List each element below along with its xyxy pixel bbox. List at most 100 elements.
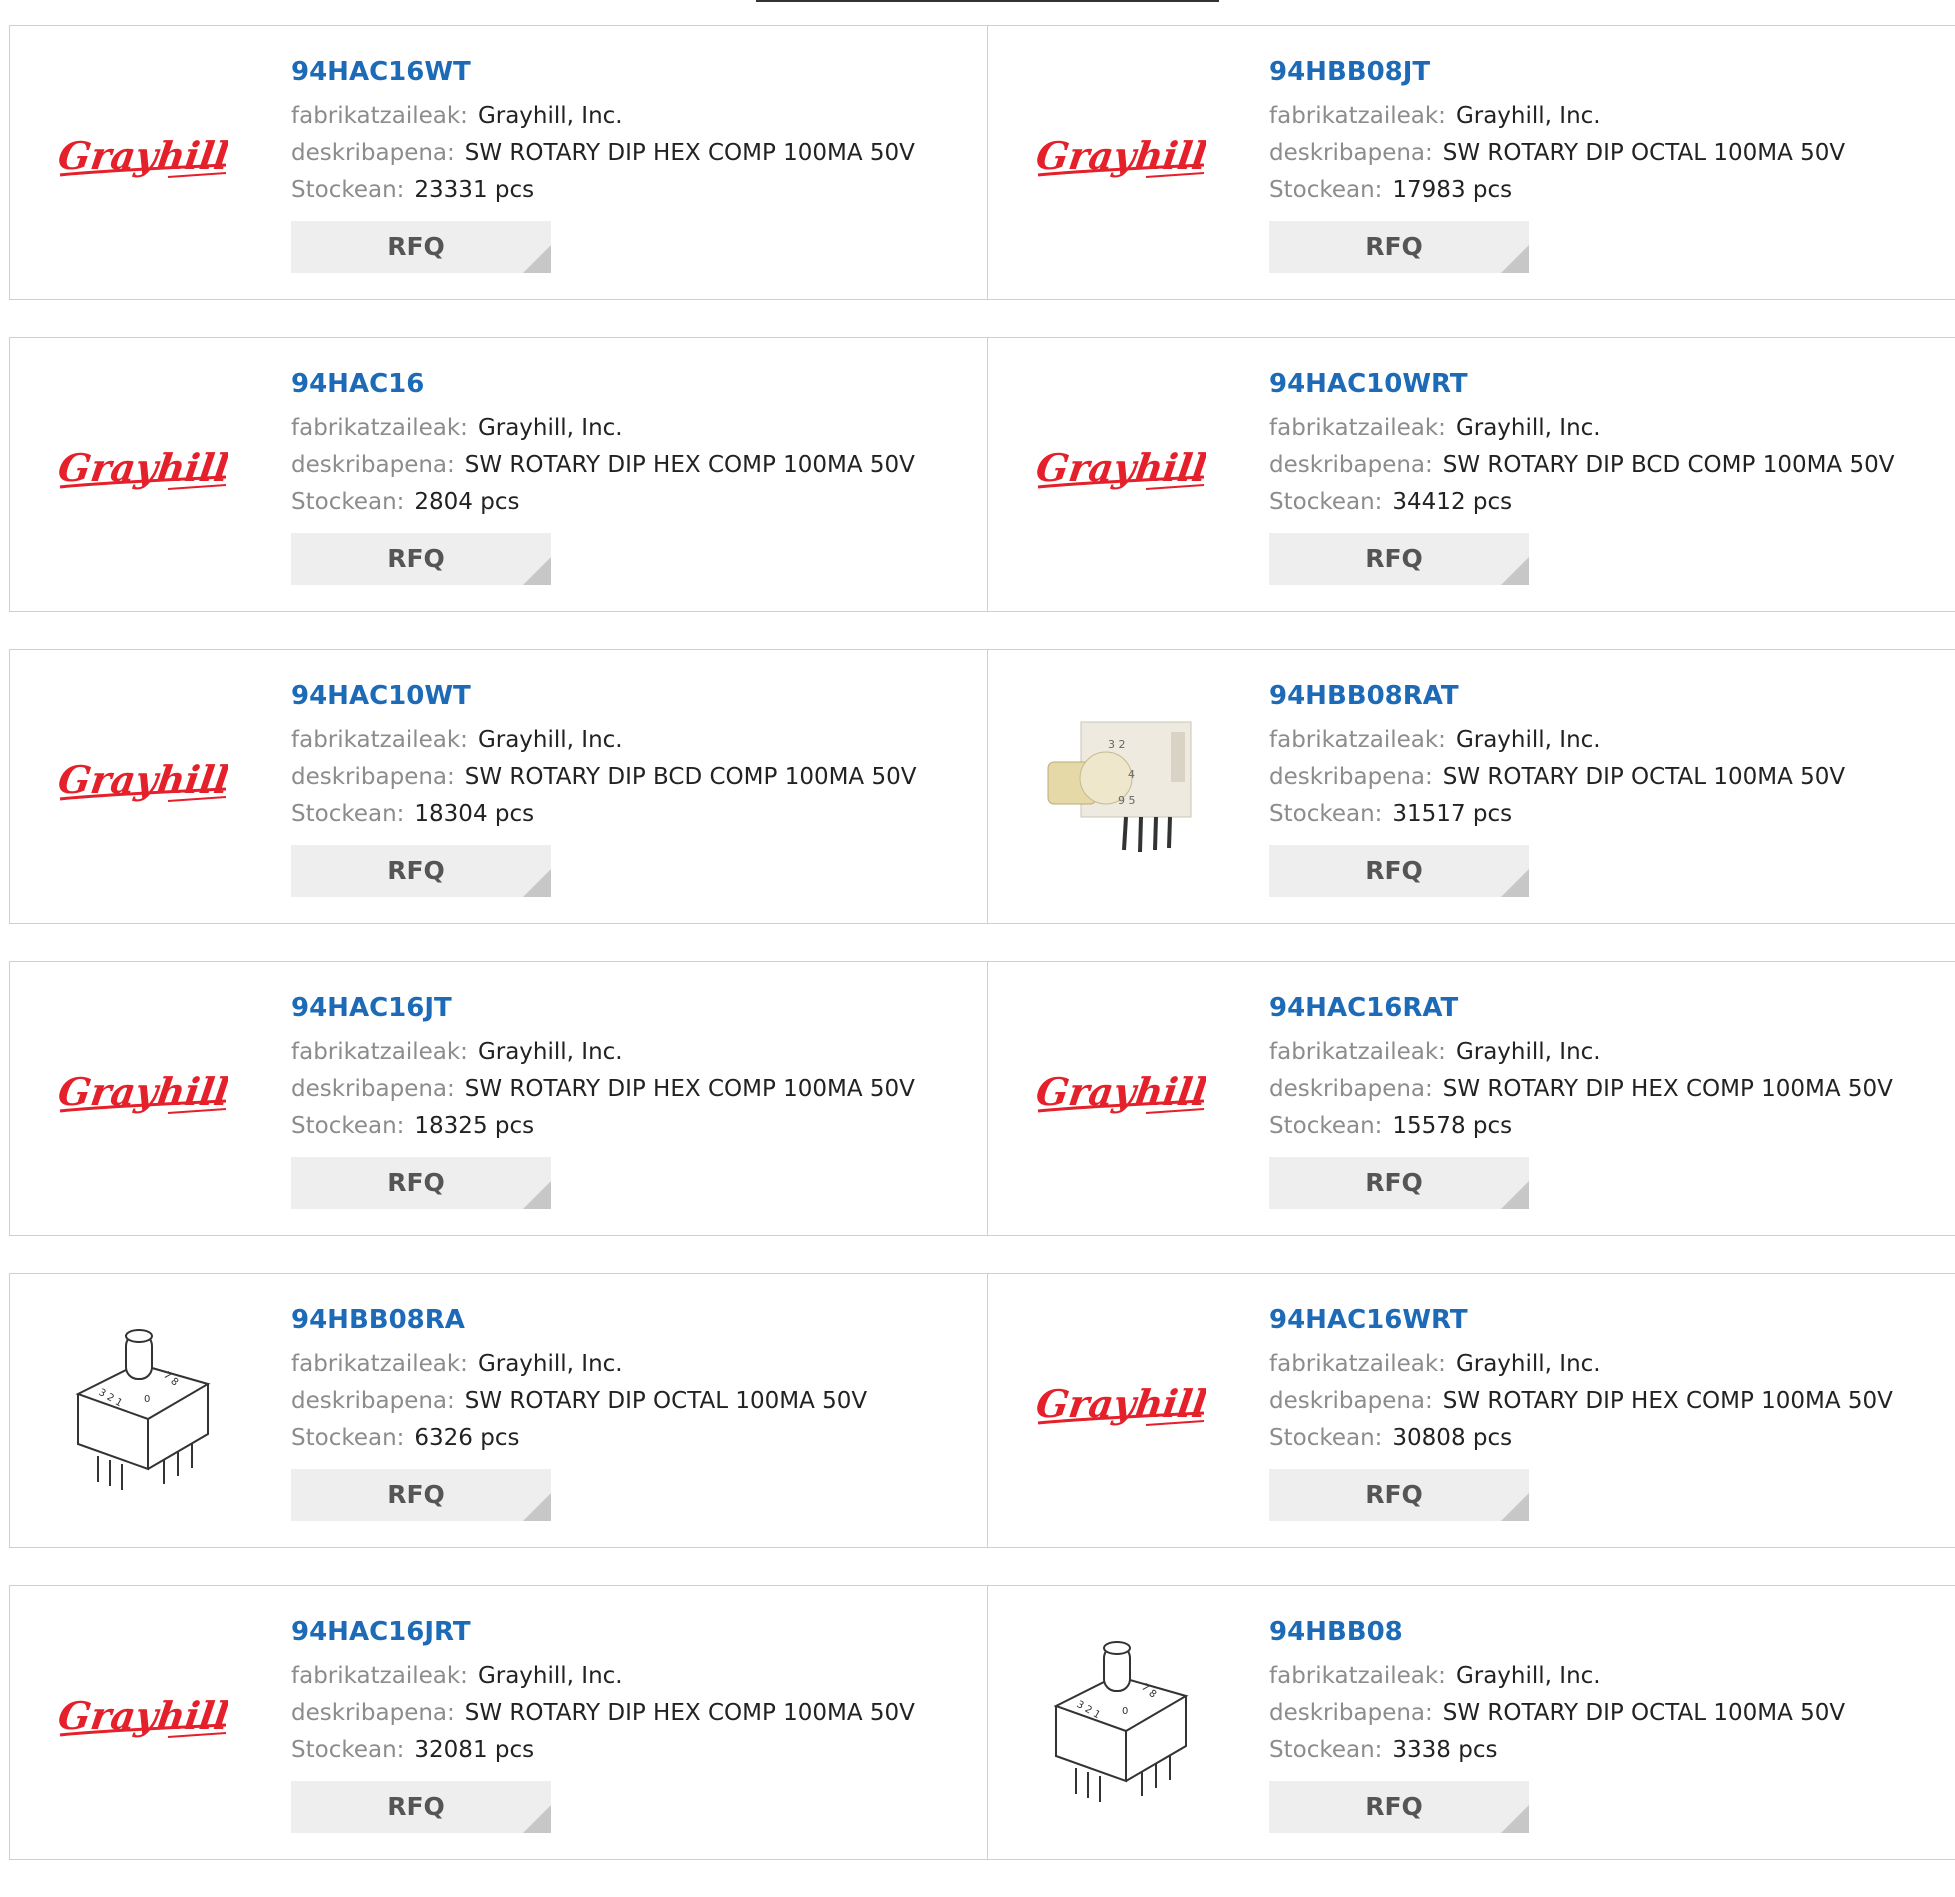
rfq-button[interactable]: RFQ xyxy=(1269,221,1529,273)
rfq-label: RFQ xyxy=(1365,856,1423,885)
description-value: SW ROTARY DIP BCD COMP 100MA 50V xyxy=(1442,452,1895,478)
part-number-link[interactable]: 94HAC10WRT xyxy=(1269,370,1894,398)
product-card: Grayhill 94HAC16RAT fabrikatzaileak: Gray… xyxy=(988,962,1955,1235)
stock-label: Stockean: xyxy=(291,1737,405,1763)
product-image[interactable]: Grayhill xyxy=(40,378,245,568)
description-line: deskribapena: SW ROTARY DIP BCD COMP 100M… xyxy=(1269,447,1894,484)
product-card: 3 2 1 7 8 0 94HBB08 fabrikatzaileak: Gray… xyxy=(988,1586,1955,1859)
rfq-button[interactable]: RFQ xyxy=(291,221,551,273)
description-value: SW ROTARY DIP OCTAL 100MA 50V xyxy=(464,1388,868,1414)
product-card: Grayhill 94HAC16WT fabrikatzaileak: Grayh… xyxy=(10,26,988,299)
rotary-switch-drawing-icon: 3 2 1 7 8 0 xyxy=(74,1329,211,1490)
description-label: deskribapena: xyxy=(1269,452,1433,478)
part-number-link[interactable]: 94HAC16JRT xyxy=(291,1618,915,1646)
product-row: Grayhill 94HAC10WT fabrikatzaileak: Grayh… xyxy=(9,649,1955,924)
product-image[interactable]: Grayhill xyxy=(40,690,245,880)
stock-line: Stockean: 34412 pcs xyxy=(1269,484,1894,521)
rfq-button[interactable]: RFQ xyxy=(291,1157,551,1209)
manufacturer-line: fabrikatzaileak: Grayhill, Inc. xyxy=(291,722,916,759)
product-info: 94HBB08 fabrikatzaileak: Grayhill, Inc. d… xyxy=(1269,1618,1845,1833)
product-info: 94HAC16WRT fabrikatzaileak: Grayhill, Inc… xyxy=(1269,1306,1893,1521)
rfq-button[interactable]: RFQ xyxy=(1269,1157,1529,1209)
part-number-link[interactable]: 94HBB08RAT xyxy=(1269,682,1845,710)
product-image[interactable]: Grayhill xyxy=(40,66,245,256)
product-image[interactable]: 3 2 1 7 8 0 xyxy=(40,1314,245,1504)
corner-triangle-icon xyxy=(523,869,551,897)
description-line: deskribapena: SW ROTARY DIP OCTAL 100MA 5… xyxy=(291,1383,867,1420)
product-image[interactable]: Grayhill xyxy=(1018,1314,1223,1504)
description-label: deskribapena: xyxy=(291,1388,455,1414)
part-number-link[interactable]: 94HBB08JT xyxy=(1269,58,1845,86)
description-line: deskribapena: SW ROTARY DIP OCTAL 100MA 5… xyxy=(1269,135,1845,172)
product-image[interactable]: Grayhill xyxy=(40,1626,245,1816)
rfq-button[interactable]: RFQ xyxy=(1269,1781,1529,1833)
part-number-link[interactable]: 94HAC16WT xyxy=(291,58,915,86)
product-image[interactable]: Grayhill xyxy=(1018,66,1223,256)
stock-line: Stockean: 15578 pcs xyxy=(1269,1108,1893,1145)
stock-label: Stockean: xyxy=(1269,177,1383,203)
description-value: SW ROTARY DIP HEX COMP 100MA 50V xyxy=(464,1076,915,1102)
product-info: 94HAC16RAT fabrikatzaileak: Grayhill, Inc… xyxy=(1269,994,1893,1209)
rfq-label: RFQ xyxy=(387,856,445,885)
stock-label: Stockean: xyxy=(1269,489,1383,515)
part-number-link[interactable]: 94HAC16RAT xyxy=(1269,994,1893,1022)
manufacturer-label: fabrikatzaileak: xyxy=(291,415,468,441)
rfq-label: RFQ xyxy=(387,232,445,261)
description-label: deskribapena: xyxy=(1269,140,1433,166)
product-card: Grayhill 94HAC16JT fabrikatzaileak: Grayh… xyxy=(10,962,988,1235)
manufacturer-line: fabrikatzaileak: Grayhill, Inc. xyxy=(1269,1658,1845,1695)
corner-triangle-icon xyxy=(1501,245,1529,273)
manufacturer-value: Grayhill, Inc. xyxy=(477,1039,623,1065)
manufacturer-line: fabrikatzaileak: Grayhill, Inc. xyxy=(291,1034,915,1071)
part-number-link[interactable]: 94HAC10WT xyxy=(291,682,916,710)
rfq-button[interactable]: RFQ xyxy=(291,845,551,897)
product-info: 94HAC16JRT fabrikatzaileak: Grayhill, Inc… xyxy=(291,1618,915,1833)
rfq-button[interactable]: RFQ xyxy=(1269,1469,1529,1521)
part-number-link[interactable]: 94HAC16WRT xyxy=(1269,1306,1893,1334)
svg-text:9 5: 9 5 xyxy=(1118,794,1136,807)
part-number-link[interactable]: 94HBB08 xyxy=(1269,1618,1845,1646)
stock-label: Stockean: xyxy=(291,801,405,827)
rfq-button[interactable]: RFQ xyxy=(1269,533,1529,585)
description-label: deskribapena: xyxy=(1269,1388,1433,1414)
product-info: 94HAC16WT fabrikatzaileak: Grayhill, Inc.… xyxy=(291,58,915,273)
product-card: Grayhill 94HAC16 fabrikatzaileak: Grayhil… xyxy=(10,338,988,611)
manufacturer-line: fabrikatzaileak: Grayhill, Inc. xyxy=(1269,410,1894,447)
header-divider xyxy=(756,0,1219,2)
description-label: deskribapena: xyxy=(291,140,455,166)
stock-value: 2804 pcs xyxy=(414,489,520,515)
stock-value: 15578 pcs xyxy=(1392,1113,1513,1139)
product-image[interactable]: 3 2 1 7 8 0 xyxy=(1018,1626,1223,1816)
product-image[interactable]: Grayhill xyxy=(1018,378,1223,568)
description-line: deskribapena: SW ROTARY DIP OCTAL 100MA 5… xyxy=(1269,1695,1845,1732)
product-card: Grayhill 94HAC16WRT fabrikatzaileak: Gray… xyxy=(988,1274,1955,1547)
part-number-link[interactable]: 94HBB08RA xyxy=(291,1306,867,1334)
manufacturer-value: Grayhill, Inc. xyxy=(1455,103,1601,129)
svg-text:4: 4 xyxy=(1128,768,1135,781)
rotary-switch-photo-icon: 3 2 4 9 5 xyxy=(1045,700,1206,870)
stock-line: Stockean: 2804 pcs xyxy=(291,484,915,521)
part-number-link[interactable]: 94HAC16 xyxy=(291,370,915,398)
description-label: deskribapena: xyxy=(291,764,455,790)
corner-triangle-icon xyxy=(1501,1805,1529,1833)
product-info: 94HBB08RAT fabrikatzaileak: Grayhill, Inc… xyxy=(1269,682,1845,897)
manufacturer-value: Grayhill, Inc. xyxy=(477,727,623,753)
rotary-switch-drawing-icon: 3 2 1 7 8 0 xyxy=(1052,1641,1189,1802)
product-image[interactable]: Grayhill xyxy=(1018,1002,1223,1192)
rfq-button[interactable]: RFQ xyxy=(291,1469,551,1521)
svg-text:0: 0 xyxy=(144,1394,150,1405)
product-image[interactable]: Grayhill xyxy=(40,1002,245,1192)
manufacturer-label: fabrikatzaileak: xyxy=(1269,1351,1446,1377)
manufacturer-label: fabrikatzaileak: xyxy=(291,1663,468,1689)
product-row: Grayhill 94HAC16WT fabrikatzaileak: Grayh… xyxy=(9,25,1955,300)
stock-label: Stockean: xyxy=(1269,1737,1383,1763)
stock-value: 32081 pcs xyxy=(414,1737,535,1763)
part-number-link[interactable]: 94HAC16JT xyxy=(291,994,915,1022)
manufacturer-label: fabrikatzaileak: xyxy=(291,103,468,129)
product-image[interactable]: 3 2 4 9 5 xyxy=(1018,690,1223,880)
rfq-button[interactable]: RFQ xyxy=(291,533,551,585)
rfq-button[interactable]: RFQ xyxy=(291,1781,551,1833)
rfq-button[interactable]: RFQ xyxy=(1269,845,1529,897)
grayhill-logo-icon: Grayhill xyxy=(58,134,228,179)
description-value: SW ROTARY DIP OCTAL 100MA 50V xyxy=(1442,764,1846,790)
